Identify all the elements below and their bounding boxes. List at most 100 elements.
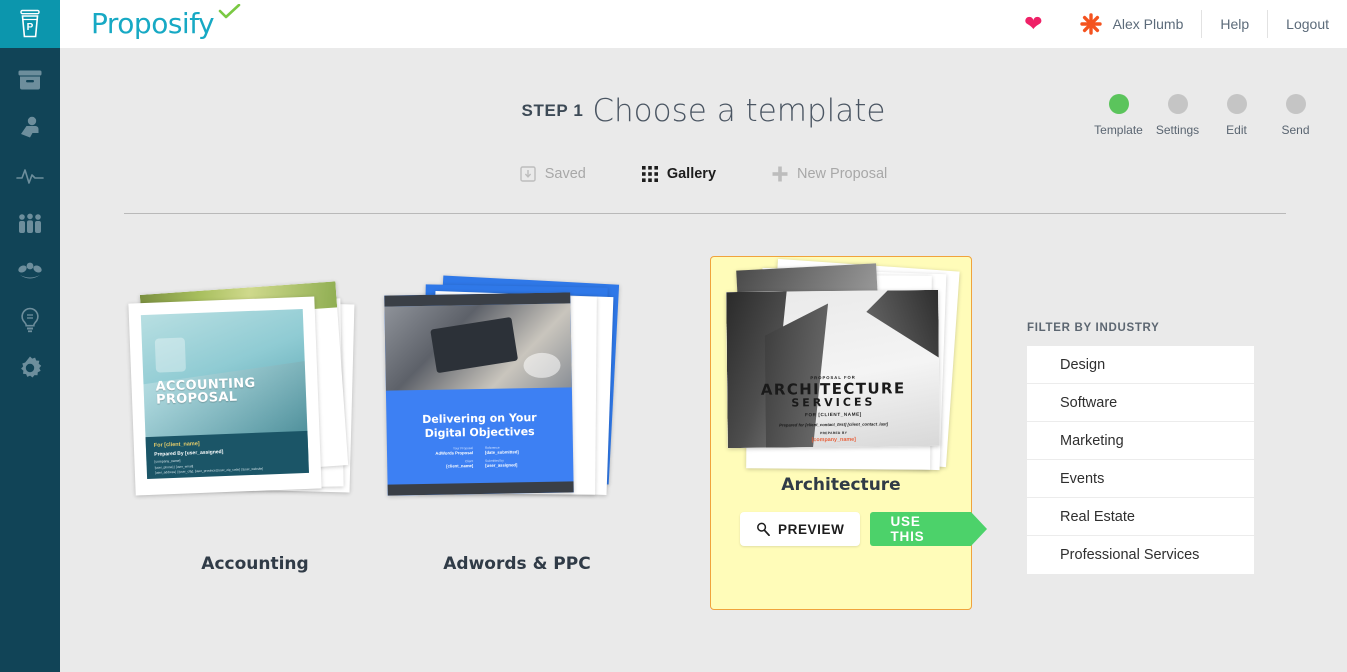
template-title-accounting: Accounting xyxy=(201,554,309,574)
use-this-button[interactable]: USE THIS xyxy=(870,512,987,546)
tab-new-proposal-label: New Proposal xyxy=(797,166,888,182)
asterisk-burst-icon xyxy=(1079,12,1103,36)
help-link[interactable]: Help xyxy=(1202,0,1267,48)
favorites-button[interactable]: ❤ xyxy=(1006,0,1060,48)
use-this-button-label: USE THIS xyxy=(890,514,925,544)
handshake-icon xyxy=(21,116,39,138)
progress-step-template[interactable]: Template xyxy=(1089,94,1148,137)
progress-step-send[interactable]: Send xyxy=(1266,94,1325,137)
step-dot-send xyxy=(1285,94,1306,114)
accounting-cover: ACCOUNTING PROPOSAL For [client_name] Pr… xyxy=(128,296,322,496)
tab-gallery-label: Gallery xyxy=(666,166,717,182)
step-name-settings: Settings xyxy=(1155,123,1200,137)
progress-step-edit[interactable]: Edit xyxy=(1207,94,1266,137)
gear-icon xyxy=(21,356,42,378)
cover-headline: Delivering on Your Digital Objectives xyxy=(386,410,572,441)
page-title-text: Choose a template xyxy=(592,93,886,129)
template-card-architecture[interactable]: PROPOSAL FOR ARCHITECTURE SERVICES FOR [… xyxy=(710,256,987,610)
cover-subline: FOR [CLIENT_NAME] xyxy=(805,411,862,418)
progress-steps: Template Settings Edit Send xyxy=(1089,94,1325,137)
filter-item-professional-services[interactable]: Professional Services xyxy=(1027,536,1254,574)
people-group-icon xyxy=(19,213,41,233)
logout-link[interactable]: Logout xyxy=(1268,0,1347,48)
template-title-adwords: Adwords & PPC xyxy=(443,554,591,574)
sidebar-item-settings[interactable] xyxy=(0,344,60,392)
section-divider xyxy=(124,213,1286,214)
filter-item-marketing[interactable]: Marketing xyxy=(1027,422,1254,460)
industry-filter: FILTER BY INDUSTRY Design Software Marke… xyxy=(1027,322,1254,574)
meta-value: [user_assigned] xyxy=(485,462,518,468)
template-card-accounting[interactable]: ACCOUNTING PROPOSAL For [client_name] Pr… xyxy=(124,278,386,608)
green-check-icon xyxy=(218,4,241,19)
tab-gallery[interactable]: Gallery xyxy=(614,166,744,182)
top-bar-right: ❤ Alex Plumb Help Logout xyxy=(1006,0,1347,48)
sidebar-item-clients[interactable] xyxy=(0,248,60,296)
step-dot-edit xyxy=(1226,94,1247,114)
adwords-thumbnail: Delivering on Your Digital Objectives Yo… xyxy=(384,275,648,500)
cover-meta: Your Proposal AdWords Proposal Client [c… xyxy=(415,445,545,473)
step-label: STEP 1 xyxy=(521,101,584,120)
tab-new-proposal[interactable]: New Proposal xyxy=(744,166,915,182)
sidebar-item-activity[interactable] xyxy=(0,152,60,200)
sidebar-item-team[interactable] xyxy=(0,200,60,248)
tab-saved[interactable]: Saved xyxy=(492,166,614,182)
filter-item-design[interactable]: Design xyxy=(1027,346,1254,384)
preview-button-label: PREVIEW xyxy=(778,521,845,537)
cover-headline-2: Digital Objectives xyxy=(424,425,535,440)
coffee-cup-p-icon: P xyxy=(20,9,40,38)
sidebar-item-archive[interactable] xyxy=(0,56,60,104)
filter-heading: FILTER BY INDUSTRY xyxy=(1027,322,1160,334)
step-dot-template xyxy=(1108,94,1129,114)
user-menu[interactable]: Alex Plumb xyxy=(1061,0,1202,48)
filter-item-software[interactable]: Software xyxy=(1027,384,1254,422)
building-right xyxy=(866,290,939,387)
template-title-architecture: Architecture xyxy=(781,475,901,495)
brand-name[interactable]: Proposify xyxy=(91,7,215,40)
app-logo-tile[interactable]: P xyxy=(0,0,60,48)
accounting-thumbnail: ACCOUNTING PROPOSAL For [client_name] Pr… xyxy=(124,278,386,500)
template-tabs: Saved Gallery New Proposal xyxy=(60,166,1347,182)
cover-headline: ACCOUNTING PROPOSAL xyxy=(155,376,256,408)
filter-item-events[interactable]: Events xyxy=(1027,460,1254,498)
step-name-template: Template xyxy=(1094,123,1143,137)
top-bar: Proposify ❤ Alex Plumb Help Logout xyxy=(60,0,1347,48)
save-icon xyxy=(520,166,536,182)
preview-button[interactable]: PREVIEW xyxy=(740,512,861,546)
cover-meta-col-right: Reference [date_submitted] Submitted by … xyxy=(485,445,543,472)
magnifier-icon xyxy=(757,522,770,536)
meta-value: [client_name] xyxy=(446,463,474,469)
step-name-edit: Edit xyxy=(1226,123,1247,137)
activity-pulse-icon xyxy=(16,169,44,184)
left-sidebar: P xyxy=(0,0,60,672)
architecture-cover: PROPOSAL FOR ARCHITECTURE SERVICES FOR [… xyxy=(726,289,940,449)
meta-value: AdWords Proposal xyxy=(435,450,474,456)
filter-item-real-estate[interactable]: Real Estate xyxy=(1027,498,1254,536)
cover-photo xyxy=(384,303,572,391)
svg-text:P: P xyxy=(27,22,34,33)
template-gallery: ACCOUNTING PROPOSAL For [client_name] Pr… xyxy=(124,256,1024,618)
sidebar-item-ideas[interactable] xyxy=(0,296,60,344)
cover-info-band: For [client_name] Prepared By [user_assi… xyxy=(145,430,310,480)
cover-headline-2: SERVICES xyxy=(791,395,876,410)
lightbulb-icon xyxy=(21,307,39,333)
cover-company: [company_name] xyxy=(811,436,856,444)
step-dot-settings xyxy=(1167,94,1188,114)
cover-prepared-for: Prepared for [client_contact_first] [cli… xyxy=(779,421,889,428)
progress-step-settings[interactable]: Settings xyxy=(1148,94,1207,137)
tab-saved-label: Saved xyxy=(544,166,586,182)
filter-list: Design Software Marketing Events Real Es… xyxy=(1027,346,1254,574)
app-root: P Proposify ❤ Alex Plumb Help Logout STE… xyxy=(0,0,1347,672)
sidebar-item-handshake[interactable] xyxy=(0,104,60,152)
plus-icon xyxy=(772,166,788,182)
flower-people-icon xyxy=(18,262,42,279)
cover-meta-col-left: Your Proposal AdWords Proposal Client [c… xyxy=(415,446,473,473)
architecture-thumbnail: PROPOSAL FOR ARCHITECTURE SERVICES FOR [… xyxy=(711,258,971,487)
sidebar-nav xyxy=(0,56,60,392)
archive-box-icon xyxy=(18,70,42,90)
step-name-send: Send xyxy=(1281,123,1310,137)
meta-value: [date_submitted] xyxy=(484,449,519,455)
cover-text: PROPOSAL FOR ARCHITECTURE SERVICES FOR [… xyxy=(727,374,940,448)
template-card-adwords[interactable]: Delivering on Your Digital Objectives Yo… xyxy=(384,275,648,608)
cover-prepared-by-label: PREPARED BY xyxy=(820,431,848,436)
main-content: STEP 1 Choose a template Template Setting… xyxy=(60,48,1347,672)
